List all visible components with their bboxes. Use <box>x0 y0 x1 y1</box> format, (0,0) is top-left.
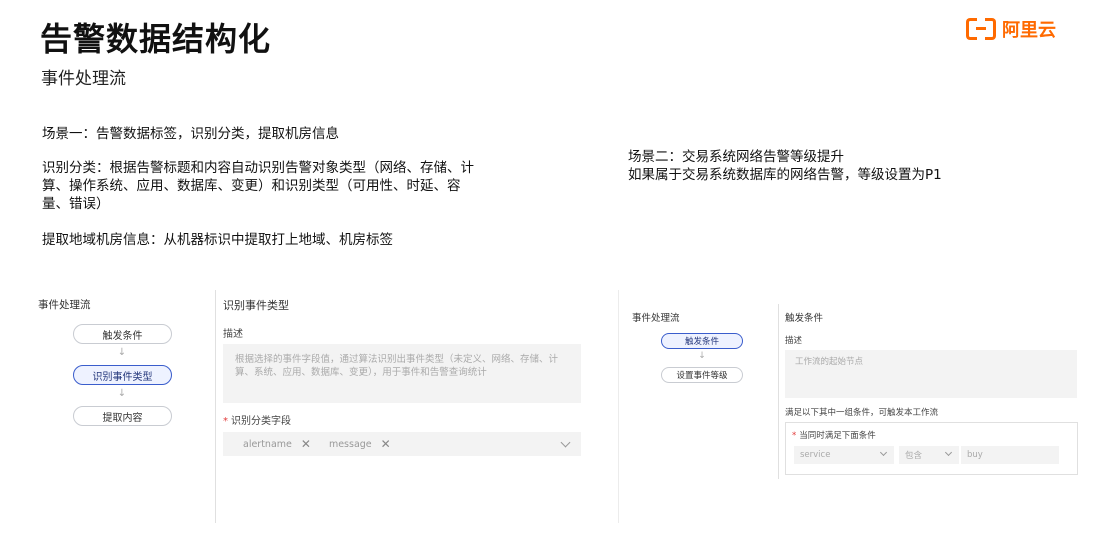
required-mark: * <box>223 416 228 427</box>
flow-node-set-level[interactable]: 设置事件等级 <box>661 367 743 383</box>
group-label-text: 当同时满足下面条件 <box>799 431 876 441</box>
close-icon[interactable]: ✕ <box>301 437 311 451</box>
scenario1-text: 场景一：告警数据标签，识别分类，提取机房信息 识别分类：根据告警标题和内容自动识… <box>42 125 482 265</box>
flow-node-trigger[interactable]: 触发条件 <box>73 324 172 344</box>
tag-label: message <box>329 439 372 450</box>
desc-label: 描述 <box>785 334 802 346</box>
desc-textarea[interactable]: 工作流的起始节点 <box>785 350 1077 398</box>
page-subtitle: 事件处理流 <box>41 64 126 89</box>
value-input[interactable]: buy <box>961 446 1059 464</box>
desc-textarea[interactable]: 根据选择的事件字段值，通过算法识别出事件类型（未定义、网络、存储、计算、系统、应… <box>223 344 581 403</box>
flow-title: 事件处理流 <box>632 310 680 324</box>
scenario2-rule: 如果属于交易系统数据库的网络告警，等级设置为P1 <box>628 166 1068 184</box>
panel-divider <box>778 304 779 479</box>
chevron-down-icon[interactable] <box>945 449 952 456</box>
scenario1-extract: 提取地域机房信息：从机器标识中提取打上地域、机房标签 <box>42 231 482 249</box>
tag-message: message ✕ <box>329 437 391 451</box>
flow-node-identify[interactable]: 识别事件类型 <box>73 365 172 385</box>
detail-title: 识别事件类型 <box>223 297 289 313</box>
field-select-value: service <box>800 450 830 460</box>
classify-field-label-text: 识别分类字段 <box>231 416 291 427</box>
panel-divider <box>215 290 216 523</box>
required-mark: * <box>792 431 796 441</box>
close-icon[interactable]: ✕ <box>381 437 391 451</box>
chevron-down-icon[interactable] <box>561 438 571 448</box>
detail-title: 触发条件 <box>785 310 823 324</box>
value-input-text: buy <box>967 450 983 460</box>
logo-text: 阿里云 <box>1002 16 1056 42</box>
operator-select-value: 包含 <box>905 449 922 461</box>
field-select[interactable]: service <box>794 446 894 464</box>
page-title: 告警数据结构化 <box>40 14 271 60</box>
scenario1-classify: 识别分类：根据告警标题和内容自动识别告警对象类型（网络、存储、计算、操作系统、应… <box>42 159 482 213</box>
chevron-down-icon[interactable] <box>880 449 887 456</box>
aliyun-logo-icon <box>966 18 996 40</box>
flow-node-trigger[interactable]: 触发条件 <box>661 333 743 349</box>
aliyun-logo: 阿里云 <box>966 16 1056 42</box>
outer-divider <box>618 290 619 523</box>
condition-hint: 满足以下其中一组条件，可触发本工作流 <box>785 406 938 418</box>
arrow-down-icon: ↓ <box>116 388 128 399</box>
scenario2-text: 场景二：交易系统网络告警等级提升 如果属于交易系统数据库的网络告警，等级设置为P… <box>628 148 1068 184</box>
operator-select[interactable]: 包含 <box>899 446 959 464</box>
flow-node-extract[interactable]: 提取内容 <box>73 406 172 426</box>
classify-field-select[interactable]: alertname ✕ message ✕ <box>223 432 581 456</box>
tag-alertname: alertname ✕ <box>243 437 311 451</box>
arrow-down-icon: ↓ <box>116 347 128 358</box>
group-label: *当同时满足下面条件 <box>792 429 876 441</box>
tag-label: alertname <box>243 439 292 450</box>
scenario2-heading: 场景二：交易系统网络告警等级提升 <box>628 148 1068 166</box>
classify-field-label: *识别分类字段 <box>223 412 291 427</box>
arrow-down-icon: ↓ <box>696 351 708 361</box>
scenario1-heading: 场景一：告警数据标签，识别分类，提取机房信息 <box>42 125 482 143</box>
flow-title: 事件处理流 <box>38 297 91 312</box>
desc-label: 描述 <box>223 325 243 340</box>
